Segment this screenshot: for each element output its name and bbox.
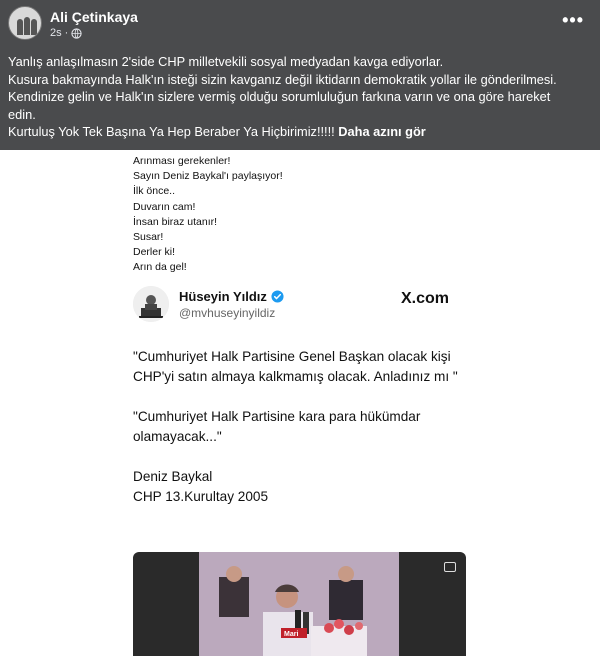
tweet-signature-event: CHP 13.Kurultay 2005 bbox=[133, 489, 269, 504]
shared-poem: Arınması gerekenler! Sayın Deniz Baykal'… bbox=[133, 154, 283, 276]
post-header: Ali Çetinkaya 2s · ••• Yanlış anlaşılmas… bbox=[0, 0, 600, 150]
tweet-author: Hüseyin Yıldız bbox=[179, 289, 284, 304]
tweet-signature-name: Deniz Baykal bbox=[133, 469, 213, 484]
poem-line: Arınması gerekenler! bbox=[133, 155, 231, 167]
post-time[interactable]: 2s bbox=[50, 27, 62, 39]
video-thumbnail[interactable]: Mari bbox=[133, 552, 466, 656]
poem-line: Sayın Deniz Baykal'ı paylaşıyor! bbox=[133, 170, 283, 183]
see-less-link[interactable]: Daha azını gör bbox=[338, 124, 425, 139]
tweet-body: "Cumhuriyet Halk Partisine Genel Başkan … bbox=[133, 347, 493, 507]
video-frame-image: Mari bbox=[199, 552, 399, 656]
poem-line: İlk önce.. bbox=[133, 185, 176, 198]
tweet-author-name[interactable]: Hüseyin Yıldız bbox=[179, 289, 267, 304]
poem-line: Susar! bbox=[133, 231, 164, 244]
post-line: edin. bbox=[8, 106, 36, 122]
tweet-header: Hüseyin Yıldız @mvhuseyinyildiz X.com bbox=[133, 282, 473, 330]
video-overlay-icon[interactable] bbox=[444, 562, 456, 572]
post-line: Yanlış anlaşılmasın 2'side CHP milletvek… bbox=[8, 54, 444, 69]
author-avatar[interactable] bbox=[8, 6, 42, 40]
poem-line: Derler ki! bbox=[133, 246, 176, 259]
video-caption-fragment: Mari bbox=[284, 631, 298, 638]
post-meta: 2s · bbox=[50, 27, 82, 39]
post-line: Kurtuluş Yok Tek Başına Ya Hep Beraber Y… bbox=[8, 124, 335, 139]
tweet-avatar[interactable] bbox=[133, 286, 169, 322]
author-name[interactable]: Ali Çetinkaya bbox=[50, 9, 138, 25]
tweet-paragraph: "Cumhuriyet Halk Partisine Genel Başkan … bbox=[133, 349, 458, 384]
tweet-handle[interactable]: @mvhuseyinyildiz bbox=[179, 306, 275, 320]
globe-icon bbox=[71, 27, 82, 39]
post-text: Yanlış anlaşılmasın 2'side CHP milletvek… bbox=[8, 53, 596, 141]
x-logo[interactable]: X.com bbox=[401, 290, 449, 308]
tweet-paragraph: "Cumhuriyet Halk Partisine kara para hük… bbox=[133, 409, 421, 444]
tweet-avatar-image bbox=[133, 286, 169, 322]
poem-line: İnsan biraz utanır! bbox=[133, 215, 218, 228]
video-scene: Mari bbox=[199, 552, 399, 656]
post-line-last: Kurtuluş Yok Tek Başına Ya Hep Beraber Y… bbox=[8, 123, 596, 141]
post-line: Kendinize gelin ve Halk'ın sizlere vermi… bbox=[8, 89, 551, 104]
poem-line: Duvarın cam! bbox=[133, 200, 196, 213]
post-line: Kusura bakmayında Halk'ın isteği sizin k… bbox=[8, 71, 557, 87]
more-options-icon[interactable]: ••• bbox=[562, 10, 584, 31]
poem-line: Arın da gel! bbox=[133, 261, 187, 274]
verified-badge-icon bbox=[271, 290, 284, 303]
